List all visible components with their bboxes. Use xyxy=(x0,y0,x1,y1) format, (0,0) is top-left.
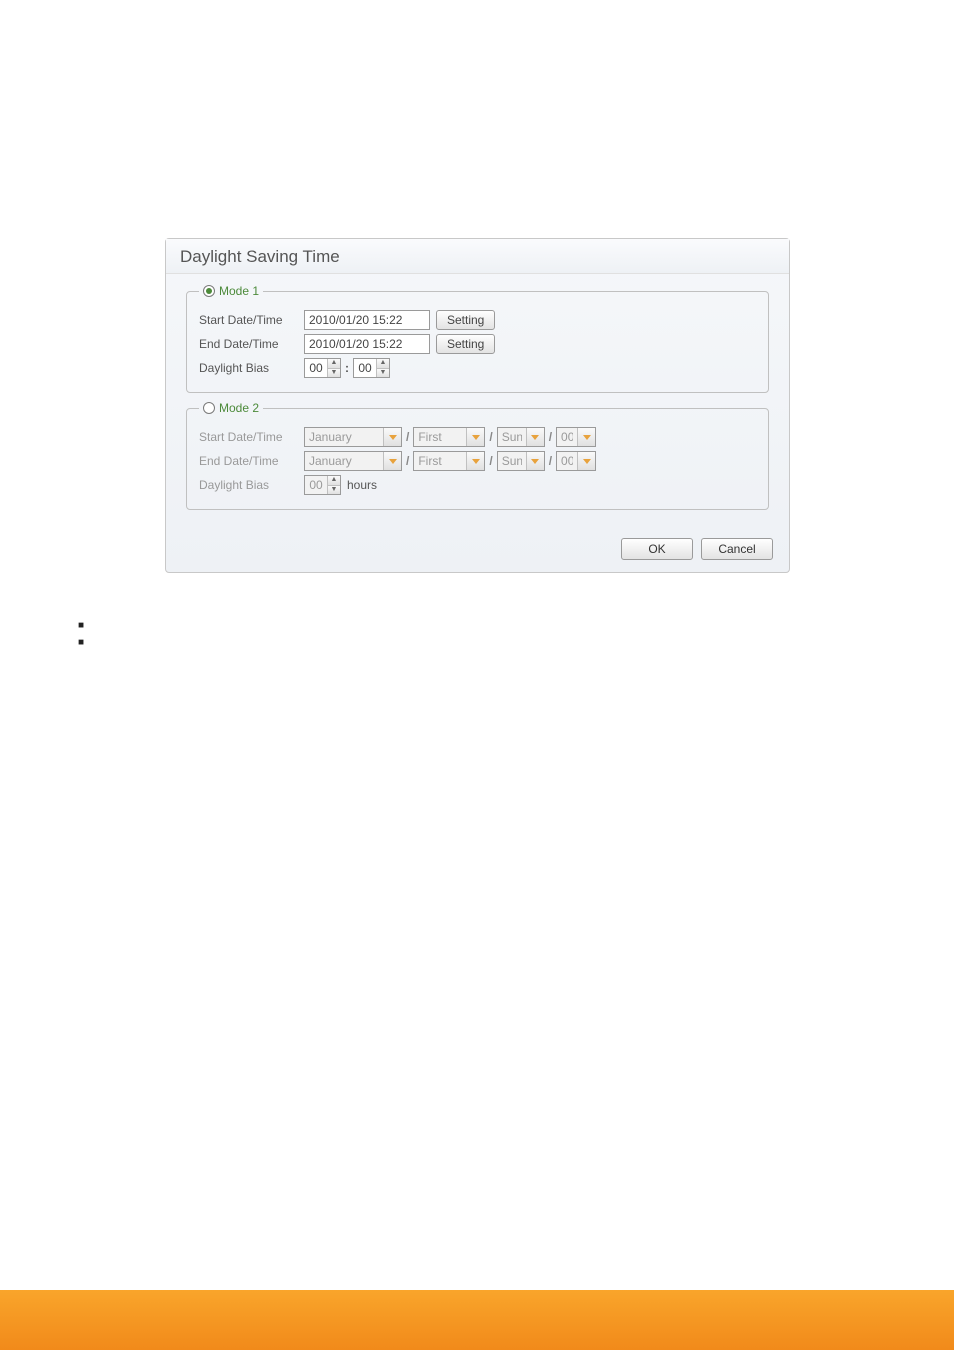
mode2-end-label: End Date/Time xyxy=(199,454,304,468)
separator-slash: / xyxy=(545,430,556,444)
mode1-bias-row: Daylight Bias ▲ ▼ : ▲ ▼ xyxy=(199,358,756,378)
bullet-icon: ■ xyxy=(78,637,92,648)
separator-slash: / xyxy=(485,454,496,468)
list-item: ■ xyxy=(78,620,92,631)
bias-colon: : xyxy=(341,361,353,375)
mode2-legend[interactable]: Mode 2 xyxy=(199,401,263,415)
mode1-end-setting-button[interactable]: Setting xyxy=(436,334,495,354)
bullet-icon: ■ xyxy=(78,620,92,631)
mode2-fieldset: Mode 2 Start Date/Time / / / xyxy=(186,401,769,510)
daylight-saving-time-dialog: Daylight Saving Time Mode 1 Start Date/T… xyxy=(165,238,790,573)
mode2-start-day-dropdown[interactable] xyxy=(497,427,545,447)
mode2-start-month-dropdown[interactable] xyxy=(304,427,402,447)
mode1-legend-text: Mode 1 xyxy=(219,284,259,298)
dialog-title: Daylight Saving Time xyxy=(166,239,789,274)
radio-mode1-icon[interactable] xyxy=(203,285,215,297)
mode2-end-day-dropdown[interactable] xyxy=(497,451,545,471)
mode2-end-month-dropdown[interactable] xyxy=(304,451,402,471)
list-item: ■ xyxy=(78,637,92,648)
mode1-start-row: Start Date/Time 2010/01/20 15:22 Setting xyxy=(199,310,756,330)
chevron-down-icon[interactable] xyxy=(383,428,401,446)
mode2-end-week-input xyxy=(414,452,466,470)
chevron-down-icon[interactable] xyxy=(526,428,544,446)
spin-down-icon[interactable]: ▼ xyxy=(328,485,340,494)
separator-slash: / xyxy=(545,454,556,468)
mode2-start-hour-dropdown[interactable] xyxy=(556,427,596,447)
mode1-bias-mm-input[interactable] xyxy=(354,359,376,377)
mode1-end-value[interactable]: 2010/01/20 15:22 xyxy=(304,334,430,354)
mode2-end-week-dropdown[interactable] xyxy=(413,451,485,471)
mode2-end-hour-input xyxy=(557,452,577,470)
mode2-start-label: Start Date/Time xyxy=(199,430,304,444)
mode2-start-day-input xyxy=(498,428,526,446)
chevron-down-icon[interactable] xyxy=(466,428,484,446)
chevron-down-icon[interactable] xyxy=(577,452,595,470)
mode2-bias-input xyxy=(305,476,327,494)
separator-slash: / xyxy=(485,430,496,444)
mode2-hours-text: hours xyxy=(347,478,377,492)
spin-up-icon[interactable]: ▲ xyxy=(377,359,389,368)
mode1-legend[interactable]: Mode 1 xyxy=(199,284,263,298)
mode1-end-row: End Date/Time 2010/01/20 15:22 Setting xyxy=(199,334,756,354)
mode1-bias-group: ▲ ▼ : ▲ ▼ xyxy=(304,358,390,378)
cancel-button[interactable]: Cancel xyxy=(701,538,773,560)
mode2-start-week-dropdown[interactable] xyxy=(413,427,485,447)
dialog-content: Mode 1 Start Date/Time 2010/01/20 15:22 … xyxy=(166,274,789,530)
separator-slash: / xyxy=(402,430,413,444)
mode1-start-value[interactable]: 2010/01/20 15:22 xyxy=(304,310,430,330)
chevron-down-icon[interactable] xyxy=(526,452,544,470)
mode2-start-hour-input xyxy=(557,428,577,446)
page-footer-bar xyxy=(0,1290,954,1350)
mode2-bias-label: Daylight Bias xyxy=(199,478,304,492)
bullet-list: ■ ■ xyxy=(78,620,92,654)
dialog-footer: OK Cancel xyxy=(166,530,789,572)
mode1-bias-hh-spinner[interactable]: ▲ ▼ xyxy=(304,358,341,378)
radio-mode2-icon[interactable] xyxy=(203,402,215,414)
mode2-start-week-input xyxy=(414,428,466,446)
mode1-bias-label: Daylight Bias xyxy=(199,361,304,375)
mode2-end-hour-dropdown[interactable] xyxy=(556,451,596,471)
chevron-down-icon[interactable] xyxy=(466,452,484,470)
spin-down-icon[interactable]: ▼ xyxy=(328,368,340,377)
mode1-bias-hh-input[interactable] xyxy=(305,359,327,377)
mode2-end-month-input xyxy=(305,452,383,470)
mode2-start-row: Start Date/Time / / / xyxy=(199,427,756,447)
mode1-fieldset: Mode 1 Start Date/Time 2010/01/20 15:22 … xyxy=(186,284,769,393)
separator-slash: / xyxy=(402,454,413,468)
mode2-end-day-input xyxy=(498,452,526,470)
mode2-start-month-input xyxy=(305,428,383,446)
mode2-bias-spinner[interactable]: ▲ ▼ xyxy=(304,475,341,495)
mode1-start-label: Start Date/Time xyxy=(199,313,304,327)
mode1-start-setting-button[interactable]: Setting xyxy=(436,310,495,330)
chevron-down-icon[interactable] xyxy=(577,428,595,446)
mode2-bias-row: Daylight Bias ▲ ▼ hours xyxy=(199,475,756,495)
chevron-down-icon[interactable] xyxy=(383,452,401,470)
mode1-end-label: End Date/Time xyxy=(199,337,304,351)
spin-up-icon[interactable]: ▲ xyxy=(328,359,340,368)
ok-button[interactable]: OK xyxy=(621,538,693,560)
spin-up-icon[interactable]: ▲ xyxy=(328,476,340,485)
mode2-legend-text: Mode 2 xyxy=(219,401,259,415)
mode1-bias-mm-spinner[interactable]: ▲ ▼ xyxy=(353,358,390,378)
spin-down-icon[interactable]: ▼ xyxy=(377,368,389,377)
mode2-end-row: End Date/Time / / / xyxy=(199,451,756,471)
